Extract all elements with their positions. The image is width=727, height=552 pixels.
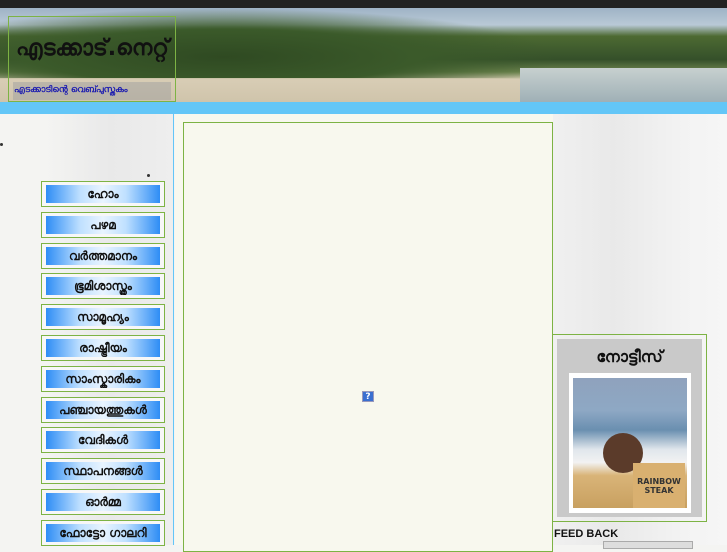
feedback-input[interactable] — [603, 541, 693, 549]
sidebar-item-label: സാംസ്കാരികം — [46, 369, 160, 388]
sidebar-item-label: വർത്തമാനം — [46, 246, 160, 265]
notice-panel: നോട്ടീസ് RAINBOW STEAK — [552, 334, 707, 522]
sidebar-item-7[interactable]: പഞ്ചായത്തുകൾ — [41, 396, 165, 423]
feedback-label: FEED BACK — [554, 528, 619, 540]
sidebar-item-4[interactable]: സാമൂഹ്യം — [41, 304, 165, 331]
bullet — [147, 174, 150, 177]
notice-photo[interactable]: RAINBOW STEAK — [569, 373, 691, 513]
sidebar-item-label: വേദികൾ — [46, 431, 160, 450]
missing-plugin-icon[interactable]: ? — [362, 391, 374, 402]
sidebar-item-11[interactable]: ഫോട്ടോ ഗാലറി — [41, 519, 165, 546]
sidebar-item-8[interactable]: വേദികൾ — [41, 427, 165, 454]
sidebar-item-label: പഴമ — [46, 215, 160, 234]
sidebar-item-2[interactable]: വർത്തമാനം — [41, 242, 165, 269]
sidebar-item-label: രാഷ്ട്രീയം — [46, 339, 160, 357]
sidebar-item-5[interactable]: രാഷ്ട്രീയം — [41, 335, 165, 361]
sidebar-item-label: ഭൂമിശാസ്ത്രം — [46, 277, 160, 296]
site-subtitle: എടക്കാടിന്റെ വെബ്പുസ്തകം — [13, 82, 171, 100]
sidebar-item-label: പഞ്ചായത്തുകൾ — [46, 400, 160, 419]
content-frame — [183, 122, 553, 552]
sidebar-item-label: ഓർമ്മ — [46, 493, 160, 511]
sidebar-item-6[interactable]: സാംസ്കാരികം — [41, 365, 165, 392]
notice-title: നോട്ടീസ് — [596, 347, 663, 366]
bullet — [0, 143, 3, 146]
sidebar-item-10[interactable]: ഓർമ്മ — [41, 489, 165, 515]
nav-strip — [0, 102, 727, 114]
sidebar-item-0[interactable]: ഹോം — [41, 181, 165, 207]
sidebar-item-label: സാമൂഹ്യം — [46, 308, 160, 327]
sidebar-item-label: ഫോട്ടോ ഗാലറി — [46, 523, 160, 542]
top-bar — [0, 0, 727, 8]
podium-text: RAINBOW STEAK — [633, 463, 685, 508]
sidebar-item-3[interactable]: ഭൂമിശാസ്ത്രം — [41, 273, 165, 300]
sidebar-item-9[interactable]: സ്ഥാപനങ്ങൾ — [41, 458, 165, 485]
sidebar-item-label: ഹോം — [46, 185, 160, 203]
site-title[interactable]: എടക്കാട്.നെറ്റ് — [16, 36, 169, 61]
sidebar-item-1[interactable]: പഴമ — [41, 211, 165, 238]
sidebar-item-label: സ്ഥാപനങ്ങൾ — [46, 462, 160, 481]
